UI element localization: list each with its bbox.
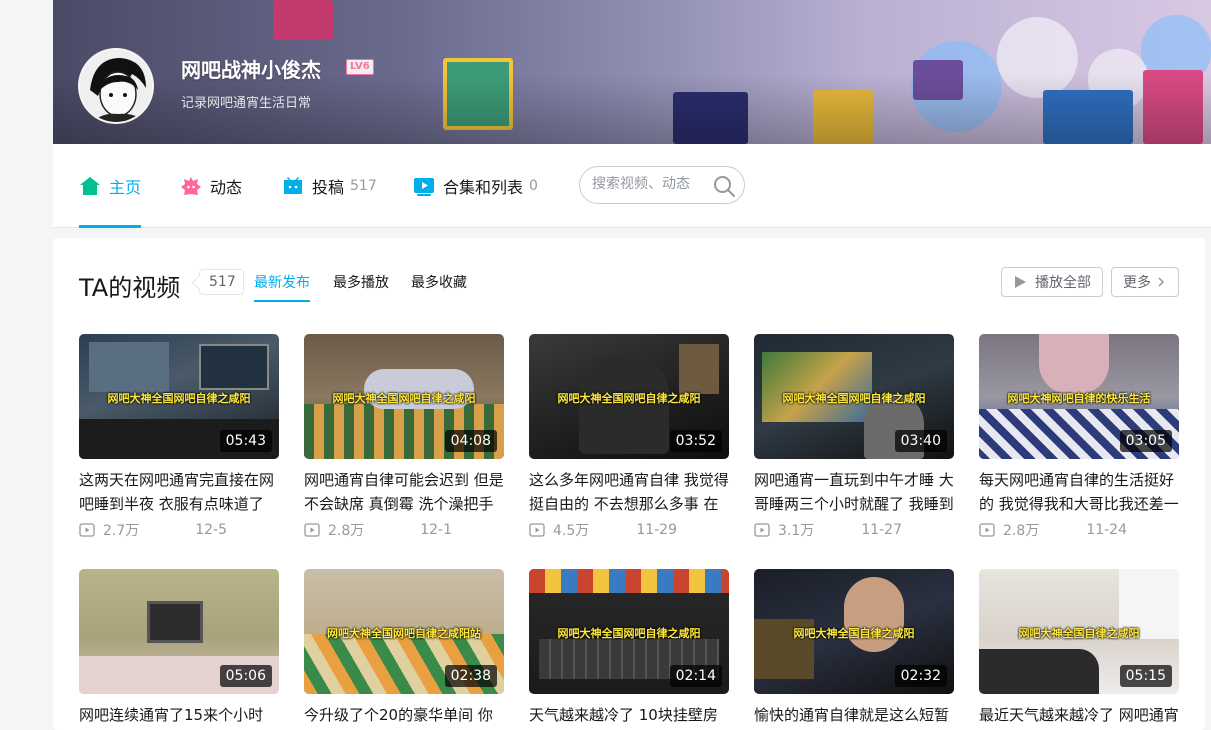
video-views: 2.8万	[328, 523, 365, 539]
space-search	[579, 166, 745, 204]
sort-latest[interactable]: 最新发布	[254, 272, 310, 302]
collections-count: 0	[529, 178, 538, 194]
collection-icon	[414, 178, 434, 196]
video-duration: 02:14	[669, 665, 722, 687]
video-title[interactable]: 这么多年网吧通宵自律 我觉得挺自由的 不去想那么多事 在	[529, 468, 729, 516]
video-title[interactable]: 每天网吧通宵自律的生活挺好的 我觉得我和大哥比我还差一	[979, 468, 1179, 516]
video-date: 11-24	[1086, 522, 1127, 538]
video-section: TA的视频 517 最新发布 最多播放 最多收藏 播放全部 更多 网吧大神全国网…	[53, 238, 1205, 730]
video-caption: 网吧大神全国网吧自律之咸阳	[332, 392, 476, 405]
section-count: 517	[199, 269, 244, 295]
video-duration: 05:06	[219, 665, 272, 687]
video-card[interactable]: 05:06 网吧连续通宵了15来个小时	[79, 569, 279, 730]
username: 网吧战神小俊杰	[181, 58, 321, 82]
video-thumbnail[interactable]: 05:06	[79, 569, 279, 694]
search-icon[interactable]	[712, 174, 736, 198]
tab-home-label: 主页	[109, 178, 142, 197]
video-caption: 网吧大神网吧自律的快乐生活	[1007, 392, 1151, 405]
video-thumbnail[interactable]: 网吧大神网吧自律的快乐生活 03:05	[979, 334, 1179, 459]
play-icon	[1015, 276, 1026, 288]
section-title: TA的视频	[79, 274, 181, 302]
tab-home[interactable]: 主页	[79, 144, 142, 228]
video-card[interactable]: 网吧大神全国网吧自律之咸阳站 02:38 今升级了个20的豪华单间 你	[304, 569, 504, 730]
video-date: 12-5	[195, 522, 227, 538]
home-icon	[80, 177, 100, 195]
video-duration: 03:52	[669, 430, 722, 452]
video-title[interactable]: 天气越来越冷了 10块挂壁房	[529, 703, 729, 730]
video-thumbnail[interactable]: 网吧大神全国网吧自律之咸阳 05:43	[79, 334, 279, 459]
video-card[interactable]: 网吧大神全国自律之咸阳 02:32 愉快的通宵自律就是这么短暂	[754, 569, 954, 730]
tab-collections-label: 合集和列表	[443, 178, 524, 197]
video-duration: 04:08	[444, 430, 497, 452]
video-date: 11-27	[861, 522, 902, 538]
video-thumbnail[interactable]: 网吧大神全国网吧自律之咸阳 04:08	[304, 334, 504, 459]
tv-icon	[284, 177, 302, 194]
video-card[interactable]: 网吧大神全国网吧自律之咸阳 05:43 这两天在网吧通宵完直接在网吧睡到半夜 衣…	[79, 334, 279, 540]
more-button[interactable]: 更多	[1111, 267, 1179, 297]
uploads-count: 517	[350, 178, 377, 194]
video-duration: 05:15	[1119, 665, 1172, 687]
video-caption: 网吧大神全国网吧自律之咸阳站	[327, 627, 481, 640]
sort-most-played[interactable]: 最多播放	[333, 272, 389, 292]
video-title[interactable]: 这两天在网吧通宵完直接在网吧睡到半夜 衣服有点味道了	[79, 468, 279, 516]
video-caption: 网吧大神全国网吧自律之咸阳	[782, 392, 926, 405]
video-duration: 03:40	[894, 430, 947, 452]
play-count-icon	[304, 523, 320, 537]
video-card[interactable]: 网吧大神全国网吧自律之咸阳 03:52 这么多年网吧通宵自律 我觉得挺自由的 不…	[529, 334, 729, 540]
chevron-right-icon	[1158, 277, 1165, 287]
video-thumbnail[interactable]: 网吧大神全国自律之咸阳 05:15	[979, 569, 1179, 694]
play-all-button[interactable]: 播放全部	[1001, 267, 1103, 297]
dynamic-icon	[181, 177, 201, 195]
search-input[interactable]	[592, 176, 702, 192]
video-caption: 网吧大神全国网吧自律之咸阳	[107, 392, 251, 405]
video-caption: 网吧大神全国网吧自律之咸阳	[557, 627, 701, 640]
video-card[interactable]: 网吧大神网吧自律的快乐生活 03:05 每天网吧通宵自律的生活挺好的 我觉得我和…	[979, 334, 1179, 540]
video-caption: 网吧大神全国自律之咸阳	[1018, 627, 1140, 640]
level-badge: LV6	[346, 59, 374, 75]
video-title[interactable]: 今升级了个20的豪华单间 你	[304, 703, 504, 730]
space-nav: 主页 动态 投稿 517 合集和列表 0	[53, 144, 1211, 228]
video-thumbnail[interactable]: 网吧大神全国网吧自律之咸阳 03:40	[754, 334, 954, 459]
video-duration: 02:32	[894, 665, 947, 687]
video-caption: 网吧大神全国自律之咸阳	[793, 627, 915, 640]
video-thumbnail[interactable]: 网吧大神全国网吧自律之咸阳 02:14	[529, 569, 729, 694]
tab-dynamic-label: 动态	[210, 178, 243, 197]
video-thumbnail[interactable]: 网吧大神全国自律之咸阳 02:32	[754, 569, 954, 694]
play-count-icon	[754, 523, 770, 537]
play-all-label: 播放全部	[1035, 275, 1091, 291]
video-title[interactable]: 愉快的通宵自律就是这么短暂	[754, 703, 954, 730]
tab-dynamic[interactable]: 动态	[180, 144, 242, 228]
video-title[interactable]: 网吧连续通宵了15来个小时	[79, 703, 279, 730]
video-thumbnail[interactable]: 网吧大神全国网吧自律之咸阳站 02:38	[304, 569, 504, 694]
avatar[interactable]	[78, 48, 154, 124]
play-count-icon	[79, 523, 95, 537]
play-count-icon	[979, 523, 995, 537]
tab-collections[interactable]: 合集和列表 0	[413, 144, 538, 228]
sort-most-favorited[interactable]: 最多收藏	[411, 272, 467, 292]
video-card[interactable]: 网吧大神全国自律之咸阳 05:15 最近天气越来越冷了 网吧通宵	[979, 569, 1179, 730]
video-views: 2.7万	[103, 523, 140, 539]
video-card[interactable]: 网吧大神全国网吧自律之咸阳 02:14 天气越来越冷了 10块挂壁房	[529, 569, 729, 730]
tab-uploads-label: 投稿	[312, 178, 345, 197]
video-title[interactable]: 网吧通宵自律可能会迟到 但是不会缺席 真倒霉 洗个澡把手	[304, 468, 504, 516]
video-card[interactable]: 网吧大神全国网吧自律之咸阳 03:40 网吧通宵一直玩到中午才睡 大哥睡两三个小…	[754, 334, 954, 540]
video-views: 4.5万	[553, 523, 590, 539]
video-caption: 网吧大神全国网吧自律之咸阳	[557, 392, 701, 405]
video-card[interactable]: 网吧大神全国网吧自律之咸阳 04:08 网吧通宵自律可能会迟到 但是不会缺席 真…	[304, 334, 504, 540]
play-count-icon	[529, 523, 545, 537]
video-date: 12-1	[420, 522, 452, 538]
video-title[interactable]: 最近天气越来越冷了 网吧通宵	[979, 703, 1179, 730]
tab-uploads[interactable]: 投稿 517	[282, 144, 377, 228]
video-duration: 02:38	[444, 665, 497, 687]
video-duration: 05:43	[219, 430, 272, 452]
video-duration: 03:05	[1119, 430, 1172, 452]
video-views: 2.8万	[1003, 523, 1040, 539]
video-thumbnail[interactable]: 网吧大神全国网吧自律之咸阳 03:52	[529, 334, 729, 459]
video-title[interactable]: 网吧通宵一直玩到中午才睡 大哥睡两三个小时就醒了 我睡到	[754, 468, 954, 516]
video-date: 11-29	[636, 522, 677, 538]
video-views: 3.1万	[778, 523, 815, 539]
more-label: 更多	[1123, 275, 1151, 291]
user-signature: 记录网吧通宵生活日常	[181, 96, 312, 111]
